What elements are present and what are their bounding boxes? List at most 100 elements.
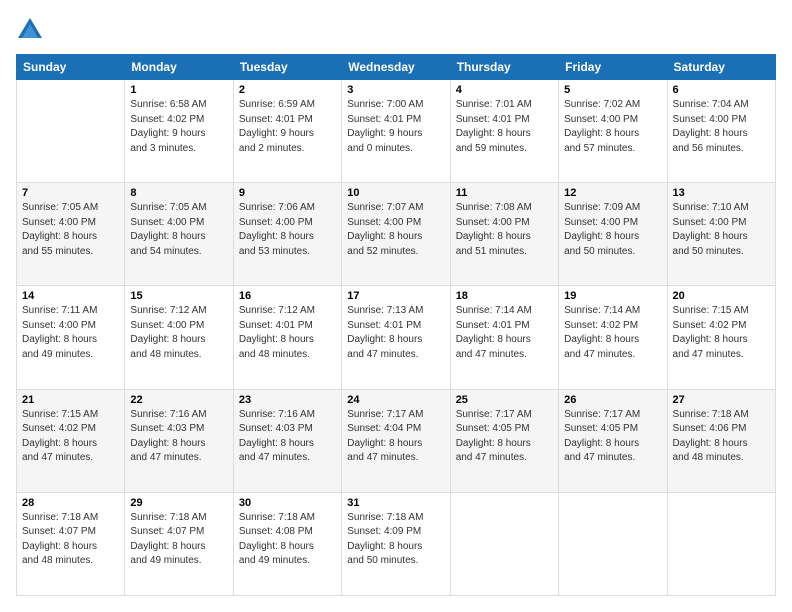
day-number: 18 xyxy=(456,290,553,302)
header-cell-tuesday: Tuesday xyxy=(233,55,341,80)
day-info: Sunrise: 7:06 AM Sunset: 4:00 PM Dayligh… xyxy=(239,201,336,259)
day-cell xyxy=(17,80,125,183)
day-info: Sunrise: 6:59 AM Sunset: 4:01 PM Dayligh… xyxy=(239,98,336,156)
day-number: 30 xyxy=(239,497,336,509)
day-cell: 22 Sunrise: 7:16 AM Sunset: 4:03 PM Dayli… xyxy=(125,389,233,492)
day-cell: 26 Sunrise: 7:17 AM Sunset: 4:05 PM Dayli… xyxy=(559,389,667,492)
day-cell: 24 Sunrise: 7:17 AM Sunset: 4:04 PM Dayli… xyxy=(342,389,450,492)
day-info: Sunrise: 7:09 AM Sunset: 4:00 PM Dayligh… xyxy=(564,201,661,259)
day-number: 20 xyxy=(673,290,770,302)
day-number: 23 xyxy=(239,394,336,406)
day-info: Sunrise: 7:11 AM Sunset: 4:00 PM Dayligh… xyxy=(22,304,119,362)
header-cell-thursday: Thursday xyxy=(450,55,558,80)
day-number: 19 xyxy=(564,290,661,302)
day-info: Sunrise: 7:18 AM Sunset: 4:07 PM Dayligh… xyxy=(130,511,227,569)
day-info: Sunrise: 7:05 AM Sunset: 4:00 PM Dayligh… xyxy=(130,201,227,259)
day-info: Sunrise: 7:14 AM Sunset: 4:01 PM Dayligh… xyxy=(456,304,553,362)
header-cell-friday: Friday xyxy=(559,55,667,80)
logo-icon xyxy=(16,16,44,44)
week-row-3: 14 Sunrise: 7:11 AM Sunset: 4:00 PM Dayli… xyxy=(17,286,776,389)
header-cell-saturday: Saturday xyxy=(667,55,775,80)
day-cell: 28 Sunrise: 7:18 AM Sunset: 4:07 PM Dayli… xyxy=(17,492,125,595)
day-number: 21 xyxy=(22,394,119,406)
day-cell: 14 Sunrise: 7:11 AM Sunset: 4:00 PM Dayli… xyxy=(17,286,125,389)
day-number: 15 xyxy=(130,290,227,302)
day-cell xyxy=(667,492,775,595)
day-number: 4 xyxy=(456,84,553,96)
header-cell-sunday: Sunday xyxy=(17,55,125,80)
day-number: 11 xyxy=(456,187,553,199)
calendar-table: SundayMondayTuesdayWednesdayThursdayFrid… xyxy=(16,54,776,596)
week-row-4: 21 Sunrise: 7:15 AM Sunset: 4:02 PM Dayli… xyxy=(17,389,776,492)
day-cell: 5 Sunrise: 7:02 AM Sunset: 4:00 PM Daylig… xyxy=(559,80,667,183)
day-cell: 2 Sunrise: 6:59 AM Sunset: 4:01 PM Daylig… xyxy=(233,80,341,183)
header-cell-wednesday: Wednesday xyxy=(342,55,450,80)
day-number: 28 xyxy=(22,497,119,509)
day-cell: 13 Sunrise: 7:10 AM Sunset: 4:00 PM Dayli… xyxy=(667,183,775,286)
day-info: Sunrise: 7:16 AM Sunset: 4:03 PM Dayligh… xyxy=(239,408,336,466)
day-number: 12 xyxy=(564,187,661,199)
day-cell: 18 Sunrise: 7:14 AM Sunset: 4:01 PM Dayli… xyxy=(450,286,558,389)
day-info: Sunrise: 7:07 AM Sunset: 4:00 PM Dayligh… xyxy=(347,201,444,259)
day-number: 31 xyxy=(347,497,444,509)
day-number: 16 xyxy=(239,290,336,302)
day-cell: 7Sunrise: 7:05 AM Sunset: 4:00 PM Daylig… xyxy=(17,183,125,286)
calendar-body: 1 Sunrise: 6:58 AM Sunset: 4:02 PM Daylig… xyxy=(17,80,776,596)
day-number: 14 xyxy=(22,290,119,302)
day-cell: 12 Sunrise: 7:09 AM Sunset: 4:00 PM Dayli… xyxy=(559,183,667,286)
day-cell: 8 Sunrise: 7:05 AM Sunset: 4:00 PM Daylig… xyxy=(125,183,233,286)
day-cell: 11 Sunrise: 7:08 AM Sunset: 4:00 PM Dayli… xyxy=(450,183,558,286)
day-cell: 31Sunrise: 7:18 AM Sunset: 4:09 PM Dayli… xyxy=(342,492,450,595)
day-info: Sunrise: 7:02 AM Sunset: 4:00 PM Dayligh… xyxy=(564,98,661,156)
day-number: 5 xyxy=(564,84,661,96)
day-info: Sunrise: 7:18 AM Sunset: 4:06 PM Dayligh… xyxy=(673,408,770,466)
day-number: 10 xyxy=(347,187,444,199)
day-cell xyxy=(559,492,667,595)
calendar-header: SundayMondayTuesdayWednesdayThursdayFrid… xyxy=(17,55,776,80)
day-cell: 16Sunrise: 7:12 AM Sunset: 4:01 PM Dayli… xyxy=(233,286,341,389)
header-row: SundayMondayTuesdayWednesdayThursdayFrid… xyxy=(17,55,776,80)
day-number: 25 xyxy=(456,394,553,406)
logo xyxy=(16,16,48,44)
day-info: Sunrise: 7:14 AM Sunset: 4:02 PM Dayligh… xyxy=(564,304,661,362)
week-row-2: 7Sunrise: 7:05 AM Sunset: 4:00 PM Daylig… xyxy=(17,183,776,286)
day-info: Sunrise: 7:15 AM Sunset: 4:02 PM Dayligh… xyxy=(673,304,770,362)
day-number: 13 xyxy=(673,187,770,199)
day-info: Sunrise: 7:17 AM Sunset: 4:05 PM Dayligh… xyxy=(456,408,553,466)
day-info: Sunrise: 7:08 AM Sunset: 4:00 PM Dayligh… xyxy=(456,201,553,259)
day-number: 26 xyxy=(564,394,661,406)
day-info: Sunrise: 7:17 AM Sunset: 4:04 PM Dayligh… xyxy=(347,408,444,466)
day-cell: 17Sunrise: 7:13 AM Sunset: 4:01 PM Dayli… xyxy=(342,286,450,389)
day-cell xyxy=(450,492,558,595)
day-cell: 4Sunrise: 7:01 AM Sunset: 4:01 PM Daylig… xyxy=(450,80,558,183)
day-number: 9 xyxy=(239,187,336,199)
day-cell: 15Sunrise: 7:12 AM Sunset: 4:00 PM Dayli… xyxy=(125,286,233,389)
day-cell: 9 Sunrise: 7:06 AM Sunset: 4:00 PM Daylig… xyxy=(233,183,341,286)
day-number: 27 xyxy=(673,394,770,406)
day-info: Sunrise: 7:10 AM Sunset: 4:00 PM Dayligh… xyxy=(673,201,770,259)
day-number: 8 xyxy=(130,187,227,199)
header-cell-monday: Monday xyxy=(125,55,233,80)
day-number: 22 xyxy=(130,394,227,406)
day-cell: 20 Sunrise: 7:15 AM Sunset: 4:02 PM Dayli… xyxy=(667,286,775,389)
day-cell: 29Sunrise: 7:18 AM Sunset: 4:07 PM Dayli… xyxy=(125,492,233,595)
week-row-1: 1 Sunrise: 6:58 AM Sunset: 4:02 PM Daylig… xyxy=(17,80,776,183)
day-cell: 30 Sunrise: 7:18 AM Sunset: 4:08 PM Dayli… xyxy=(233,492,341,595)
day-info: Sunrise: 7:05 AM Sunset: 4:00 PM Dayligh… xyxy=(22,201,119,259)
day-info: Sunrise: 7:16 AM Sunset: 4:03 PM Dayligh… xyxy=(130,408,227,466)
day-info: Sunrise: 7:18 AM Sunset: 4:08 PM Dayligh… xyxy=(239,511,336,569)
day-number: 24 xyxy=(347,394,444,406)
day-number: 2 xyxy=(239,84,336,96)
day-number: 1 xyxy=(130,84,227,96)
day-info: Sunrise: 7:15 AM Sunset: 4:02 PM Dayligh… xyxy=(22,408,119,466)
day-info: Sunrise: 7:17 AM Sunset: 4:05 PM Dayligh… xyxy=(564,408,661,466)
day-number: 6 xyxy=(673,84,770,96)
day-info: Sunrise: 6:58 AM Sunset: 4:02 PM Dayligh… xyxy=(130,98,227,156)
header xyxy=(16,16,776,44)
day-info: Sunrise: 7:18 AM Sunset: 4:07 PM Dayligh… xyxy=(22,511,119,569)
day-cell: 23 Sunrise: 7:16 AM Sunset: 4:03 PM Dayli… xyxy=(233,389,341,492)
day-cell: 21 Sunrise: 7:15 AM Sunset: 4:02 PM Dayli… xyxy=(17,389,125,492)
day-cell: 6Sunrise: 7:04 AM Sunset: 4:00 PM Daylig… xyxy=(667,80,775,183)
day-cell: 27 Sunrise: 7:18 AM Sunset: 4:06 PM Dayli… xyxy=(667,389,775,492)
day-cell: 19 Sunrise: 7:14 AM Sunset: 4:02 PM Dayli… xyxy=(559,286,667,389)
